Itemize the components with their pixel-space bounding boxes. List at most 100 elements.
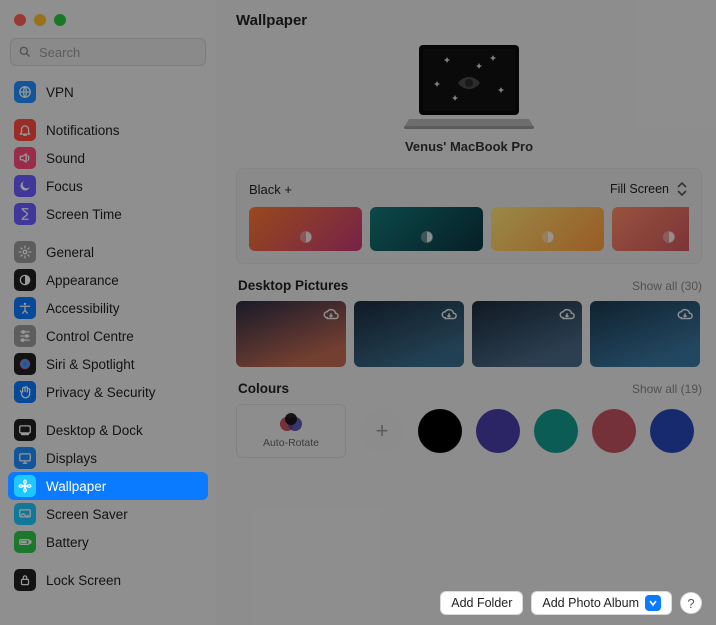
- maximize-window-button[interactable]: [54, 14, 66, 26]
- desktop-picture-thumb[interactable]: [590, 301, 700, 367]
- bell-icon: [14, 119, 36, 141]
- minimize-window-button[interactable]: [34, 14, 46, 26]
- sidebar-item-privacy-security[interactable]: Privacy & Security: [8, 378, 208, 406]
- sidebar-item-focus[interactable]: Focus: [8, 172, 208, 200]
- dynamic-indicator-icon: [298, 229, 314, 245]
- colour-swatch[interactable]: [418, 409, 462, 453]
- desktop-picture-thumb[interactable]: [236, 301, 346, 367]
- sidebar-item-lock-screen[interactable]: Lock Screen: [8, 566, 208, 594]
- search-icon: [18, 45, 32, 59]
- page-title: Wallpaper: [236, 12, 702, 29]
- colour-swatch[interactable]: [534, 409, 578, 453]
- sidebar-item-desktop-dock[interactable]: Desktop & Dock: [8, 416, 208, 444]
- cloud-download-icon: [558, 307, 576, 321]
- sidebar-item-screen-saver[interactable]: Screen Saver: [8, 500, 208, 528]
- desktop-picture-thumb[interactable]: [472, 301, 582, 367]
- fit-mode-value: Fill Screen: [610, 182, 669, 196]
- sidebar-item-label: Screen Time: [46, 207, 122, 222]
- wallpaper-thumb[interactable]: [249, 207, 362, 251]
- current-wallpaper-box: Black + Fill Screen: [236, 168, 702, 264]
- sidebar-item-label: Wallpaper: [46, 479, 106, 494]
- sidebar-item-label: Lock Screen: [46, 573, 121, 588]
- auto-rotate-icon: [277, 413, 305, 435]
- auto-rotate-label: Auto-Rotate: [263, 437, 319, 449]
- dynamic-indicator-icon: [540, 229, 556, 245]
- cloud-download-icon: [676, 307, 694, 321]
- sidebar-item-label: Accessibility: [46, 301, 120, 316]
- sidebar-item-label: Desktop & Dock: [46, 423, 143, 438]
- search-field-wrap: [10, 38, 206, 66]
- sidebar-item-label: Appearance: [46, 273, 119, 288]
- colours-row: Auto-Rotate +: [236, 404, 702, 458]
- dynamic-indicator-icon: [419, 229, 435, 245]
- window-controls: [8, 8, 208, 36]
- sidebar-item-label: Battery: [46, 535, 89, 550]
- add-colour-button[interactable]: +: [360, 409, 404, 453]
- sidebar-item-appearance[interactable]: Appearance: [8, 266, 208, 294]
- sidebar-item-label: Screen Saver: [46, 507, 128, 522]
- add-photo-album-button[interactable]: Add Photo Album: [531, 591, 672, 615]
- colour-swatch[interactable]: [650, 409, 694, 453]
- device-name-label: Venus' MacBook Pro: [405, 139, 533, 154]
- sidebar-item-screen-time[interactable]: Screen Time: [8, 200, 208, 228]
- sidebar-item-label: General: [46, 245, 94, 260]
- search-input[interactable]: [10, 38, 206, 66]
- sidebar-item-control-centre[interactable]: Control Centre: [8, 322, 208, 350]
- sidebar: VPN Notifications Sound Focus Screen Time Gen…: [0, 0, 216, 625]
- sidebar-item-label: Focus: [46, 179, 83, 194]
- wallpaper-thumb[interactable]: [370, 207, 483, 251]
- desktop-pictures-show-all[interactable]: Show all (30): [632, 279, 702, 293]
- sidebar-item-general[interactable]: General: [8, 238, 208, 266]
- colours-title: Colours: [238, 381, 289, 396]
- colour-swatch[interactable]: [592, 409, 636, 453]
- sidebar-item-vpn[interactable]: VPN: [8, 78, 208, 106]
- battery-icon: [14, 531, 36, 553]
- hourglass-icon: [14, 203, 36, 225]
- sidebar-item-label: Notifications: [46, 123, 120, 138]
- sidebar-item-label: Control Centre: [46, 329, 134, 344]
- laptop-preview-icon: [404, 41, 534, 131]
- colours-show-all[interactable]: Show all (19): [632, 382, 702, 396]
- dynamic-indicator-icon: [661, 229, 677, 245]
- footer-bar: Add Folder Add Photo Album ?: [236, 577, 702, 615]
- sidebar-item-battery[interactable]: Battery: [8, 528, 208, 556]
- sidebar-item-siri-spotlight[interactable]: Siri & Spotlight: [8, 350, 208, 378]
- sidebar-item-sound[interactable]: Sound: [8, 144, 208, 172]
- help-button[interactable]: ?: [680, 592, 702, 614]
- sidebar-item-label: VPN: [46, 85, 74, 100]
- gear-icon: [14, 241, 36, 263]
- current-wallpaper-name: Black +: [249, 182, 292, 197]
- sidebar-item-label: Displays: [46, 451, 97, 466]
- dynamic-wallpaper-strip: [249, 207, 689, 251]
- auto-rotate-tile[interactable]: Auto-Rotate: [236, 404, 346, 458]
- fit-mode-select[interactable]: Fill Screen: [610, 181, 689, 197]
- sidebar-item-label: Siri & Spotlight: [46, 357, 135, 372]
- accessibility-icon: [14, 297, 36, 319]
- siri-icon: [14, 353, 36, 375]
- flower-icon: [14, 475, 36, 497]
- globe-icon: [14, 81, 36, 103]
- colour-swatch[interactable]: [476, 409, 520, 453]
- sidebar-item-notifications[interactable]: Notifications: [8, 116, 208, 144]
- moon-icon: [14, 175, 36, 197]
- sidebar-item-accessibility[interactable]: Accessibility: [8, 294, 208, 322]
- add-folder-button[interactable]: Add Folder: [440, 591, 523, 615]
- display-icon: [14, 447, 36, 469]
- screensaver-icon: [14, 503, 36, 525]
- wallpaper-thumb[interactable]: [491, 207, 604, 251]
- dock-icon: [14, 419, 36, 441]
- hand-icon: [14, 381, 36, 403]
- speaker-icon: [14, 147, 36, 169]
- cloud-download-icon: [440, 307, 458, 321]
- sidebar-item-displays[interactable]: Displays: [8, 444, 208, 472]
- dropdown-chevron-icon: [645, 595, 661, 611]
- sidebar-item-wallpaper[interactable]: Wallpaper: [8, 472, 208, 500]
- close-window-button[interactable]: [14, 14, 26, 26]
- wallpaper-preview-area: Venus' MacBook Pro: [236, 35, 702, 168]
- desktop-pictures-strip: [236, 301, 702, 367]
- desktop-pictures-title: Desktop Pictures: [238, 278, 348, 293]
- main-content: Wallpaper Venus' MacBook Pro Black +: [216, 0, 716, 625]
- wallpaper-thumb[interactable]: [612, 207, 689, 251]
- desktop-picture-thumb[interactable]: [354, 301, 464, 367]
- sidebar-item-label: Privacy & Security: [46, 385, 156, 400]
